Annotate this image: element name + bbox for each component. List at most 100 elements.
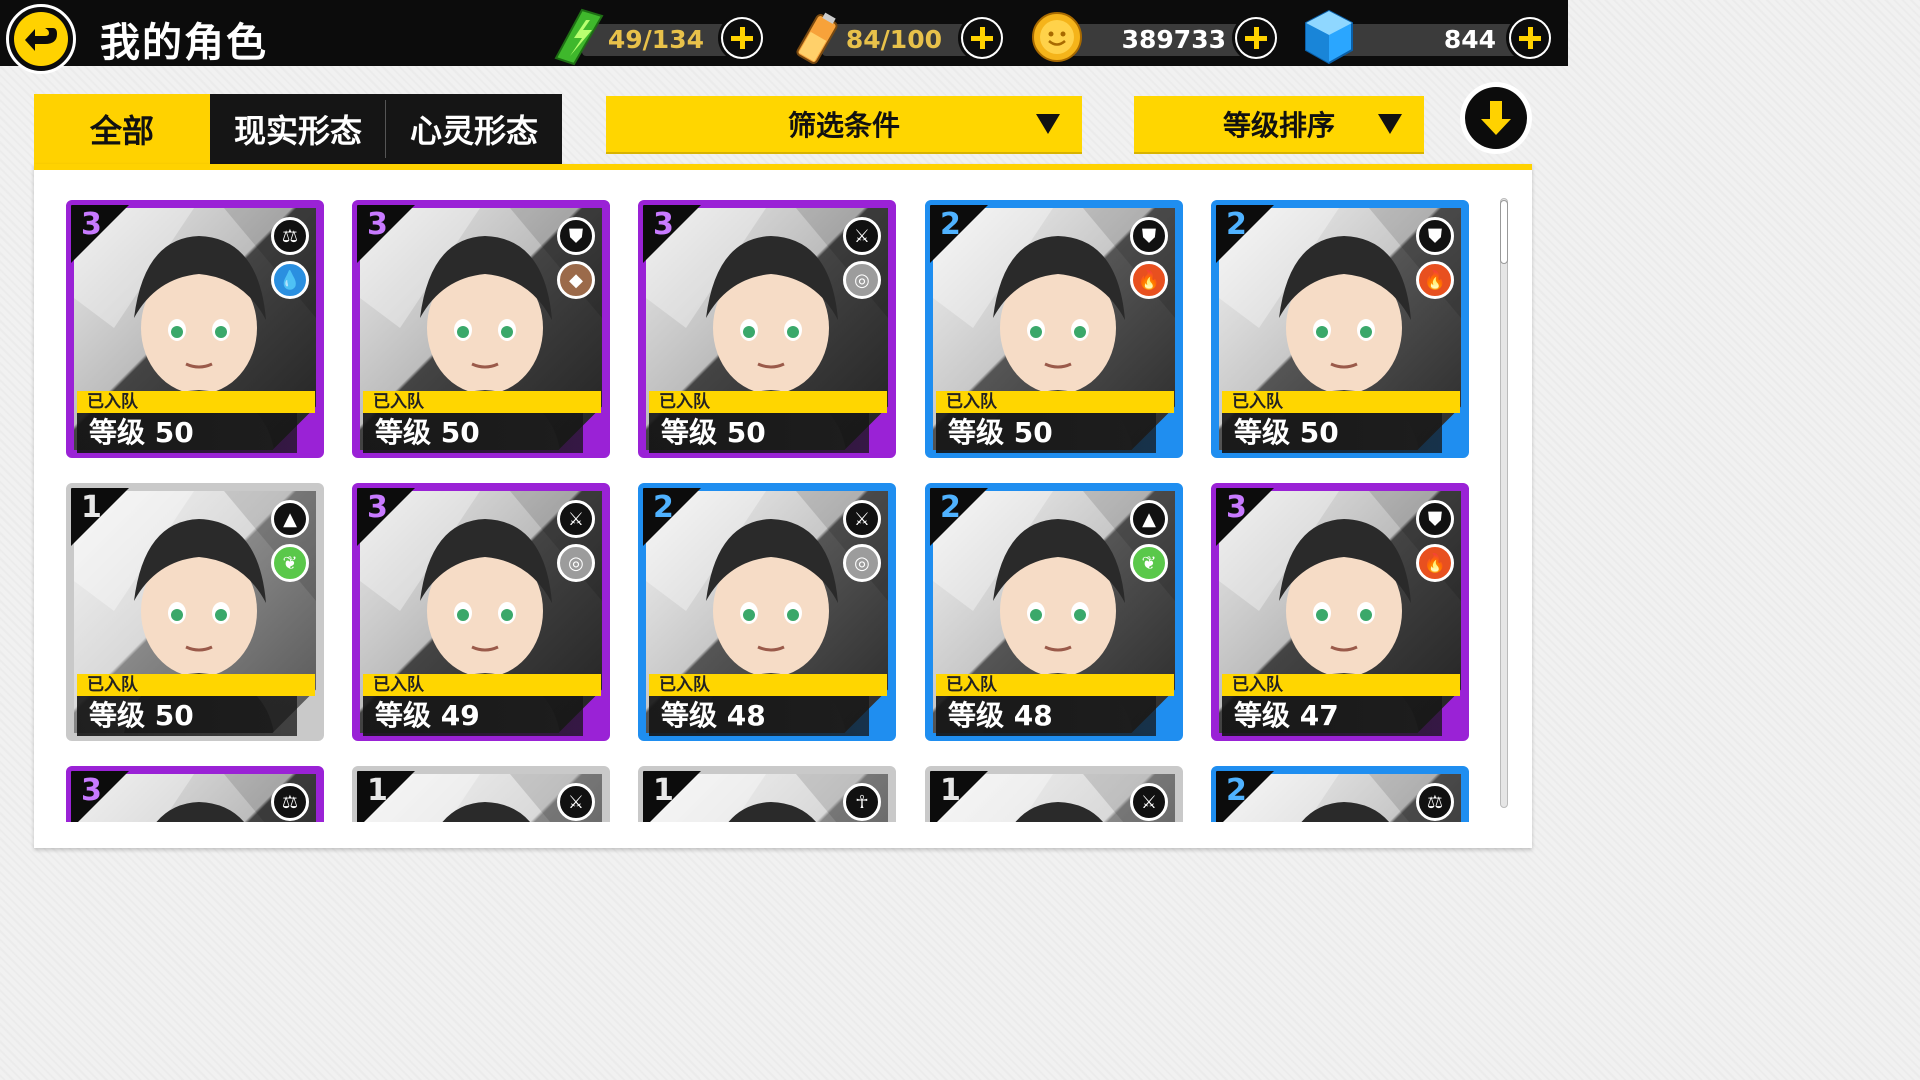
in-team-label: 已入队: [936, 674, 1174, 696]
sword-icon: ⚔: [557, 783, 595, 821]
rank-number: 1: [367, 773, 388, 808]
in-team-label: 已入队: [363, 391, 601, 413]
fire-icon: 🔥: [1416, 261, 1454, 299]
filter-dropdown[interactable]: 筛选条件: [606, 96, 1082, 152]
shield-icon: ⛊: [1416, 500, 1454, 538]
tab-reality-form[interactable]: 现实形态: [210, 94, 386, 164]
coins-value: 389733: [1121, 25, 1226, 54]
level-label: 等级 50: [1222, 413, 1442, 453]
sort-dropdown[interactable]: 等级排序: [1134, 96, 1424, 152]
rank-number: 3: [1226, 490, 1247, 525]
fire-icon: 🔥: [1130, 261, 1168, 299]
triforce-icon: ▲: [271, 500, 309, 538]
shield-icon: ⛊: [1130, 217, 1168, 255]
tab-soul-form[interactable]: 心灵形态: [386, 94, 562, 164]
in-team-label: 已入队: [936, 391, 1174, 413]
rank-number: 3: [367, 207, 388, 242]
character-card[interactable]: 2 ▲ ❦ 已入队 等级 48: [925, 483, 1183, 741]
sword-icon: ⚔: [843, 217, 881, 255]
character-card[interactable]: 2 ⚔ ◎ 已入队 等级 48: [638, 483, 896, 741]
sword-icon: ⚔: [843, 500, 881, 538]
character-grid[interactable]: 3 ⚖ 💧 已入队 等级 50 3 ⛊ ◆ 已入队 等级 50 3 ⚔ ◎ 已入队 等级 50 2 ⛊ 🔥 已入队等…: [34, 170, 1532, 822]
level-label: 等级 50: [363, 413, 583, 453]
leaf-icon: ❦: [271, 544, 309, 582]
rank-number: 3: [653, 207, 674, 242]
character-card[interactable]: 2 ⛊ 🔥 已入队 等级 50: [925, 200, 1183, 458]
rank-number: 2: [940, 207, 961, 242]
wind-swirl-icon: ◎: [843, 261, 881, 299]
scrollbar-thumb[interactable]: [1500, 200, 1508, 264]
ankh-icon: ☥: [843, 783, 881, 821]
stamina-resource: 49/134: [552, 8, 772, 66]
scales-icon: ⚖: [1416, 783, 1454, 821]
character-card[interactable]: 3 ⚖ 💧 已入队 等级 50: [66, 200, 324, 458]
scales-icon: ⚖: [271, 217, 309, 255]
page-title: 我的角色: [100, 20, 268, 66]
character-card[interactable]: 2 ⚖: [1211, 766, 1469, 822]
rank-number: 2: [653, 490, 674, 525]
leaf-icon: ❦: [1130, 544, 1168, 582]
rank-number: 2: [940, 490, 961, 525]
character-card[interactable]: 3 ⛊ ◆ 已入队 等级 50: [352, 200, 610, 458]
back-button[interactable]: [6, 4, 76, 74]
rank-number: 1: [81, 490, 102, 525]
wind-swirl-icon: ◎: [557, 544, 595, 582]
level-label: 等级 48: [649, 696, 869, 736]
in-team-label: 已入队: [1222, 391, 1460, 413]
earth-rock-icon: ◆: [557, 261, 595, 299]
in-team-label: 已入队: [77, 391, 315, 413]
character-card[interactable]: 3 ⚔ ◎ 已入队 等级 50: [638, 200, 896, 458]
add-coins-button[interactable]: [1232, 14, 1280, 62]
add-stamina-button[interactable]: [718, 14, 766, 62]
tab-all[interactable]: 全部: [34, 94, 210, 164]
rank-number: 3: [81, 207, 102, 242]
character-card[interactable]: 1 ⚔: [925, 766, 1183, 822]
character-card[interactable]: 3 ⛊ 🔥 已入队 等级 47: [1211, 483, 1469, 741]
stamina-value: 49/134: [607, 25, 704, 54]
battery-value: 84/100: [845, 25, 942, 54]
dropdown-arrow-icon: [1378, 114, 1402, 134]
scrollbar-track[interactable]: [1500, 198, 1508, 808]
gems-resource: 844: [1302, 9, 1556, 65]
fire-icon: 🔥: [1416, 544, 1454, 582]
in-team-label: 已入队: [649, 674, 887, 696]
character-card[interactable]: 3 ⚖: [66, 766, 324, 822]
filter-label: 筛选条件: [787, 109, 900, 142]
in-team-label: 已入队: [363, 674, 601, 696]
level-label: 等级 47: [1222, 696, 1442, 736]
plus-icon: [1511, 19, 1549, 57]
level-label: 等级 50: [77, 413, 297, 453]
back-arrow-icon: [14, 12, 68, 66]
add-battery-button[interactable]: [958, 14, 1006, 62]
character-card[interactable]: 1 ⚔: [352, 766, 610, 822]
level-label: 等级 49: [363, 696, 583, 736]
plus-icon: [723, 19, 761, 57]
character-card[interactable]: 1 ☥: [638, 766, 896, 822]
rank-number: 2: [1226, 773, 1247, 808]
character-card[interactable]: 3 ⚔ ◎ 已入队 等级 49: [352, 483, 610, 741]
gems-value: 844: [1443, 25, 1496, 54]
rank-number: 1: [940, 773, 961, 808]
battery-resource: 84/100: [792, 12, 1012, 64]
rank-number: 3: [81, 773, 102, 808]
water-drop-icon: 💧: [271, 261, 309, 299]
in-team-label: 已入队: [77, 674, 315, 696]
level-label: 等级 50: [77, 696, 297, 736]
in-team-label: 已入队: [649, 391, 887, 413]
down-arrow-icon: [1465, 87, 1527, 149]
character-card[interactable]: 2 ⛊ 🔥 已入队 等级 50: [1211, 200, 1469, 458]
dropdown-arrow-icon: [1036, 114, 1060, 134]
sort-label: 等级排序: [1222, 109, 1335, 142]
coins-resource: 389733: [1030, 12, 1282, 62]
rank-number: 1: [653, 773, 674, 808]
scales-icon: ⚖: [271, 783, 309, 821]
rank-number: 3: [367, 490, 388, 525]
plus-icon: [963, 19, 1001, 57]
sword-icon: ⚔: [557, 500, 595, 538]
wind-swirl-icon: ◎: [843, 544, 881, 582]
in-team-label: 已入队: [1222, 674, 1460, 696]
level-label: 等级 48: [936, 696, 1156, 736]
character-card[interactable]: 1 ▲ ❦ 已入队 等级 50: [66, 483, 324, 741]
sort-order-button[interactable]: [1460, 82, 1532, 154]
add-gems-button[interactable]: [1506, 14, 1554, 62]
